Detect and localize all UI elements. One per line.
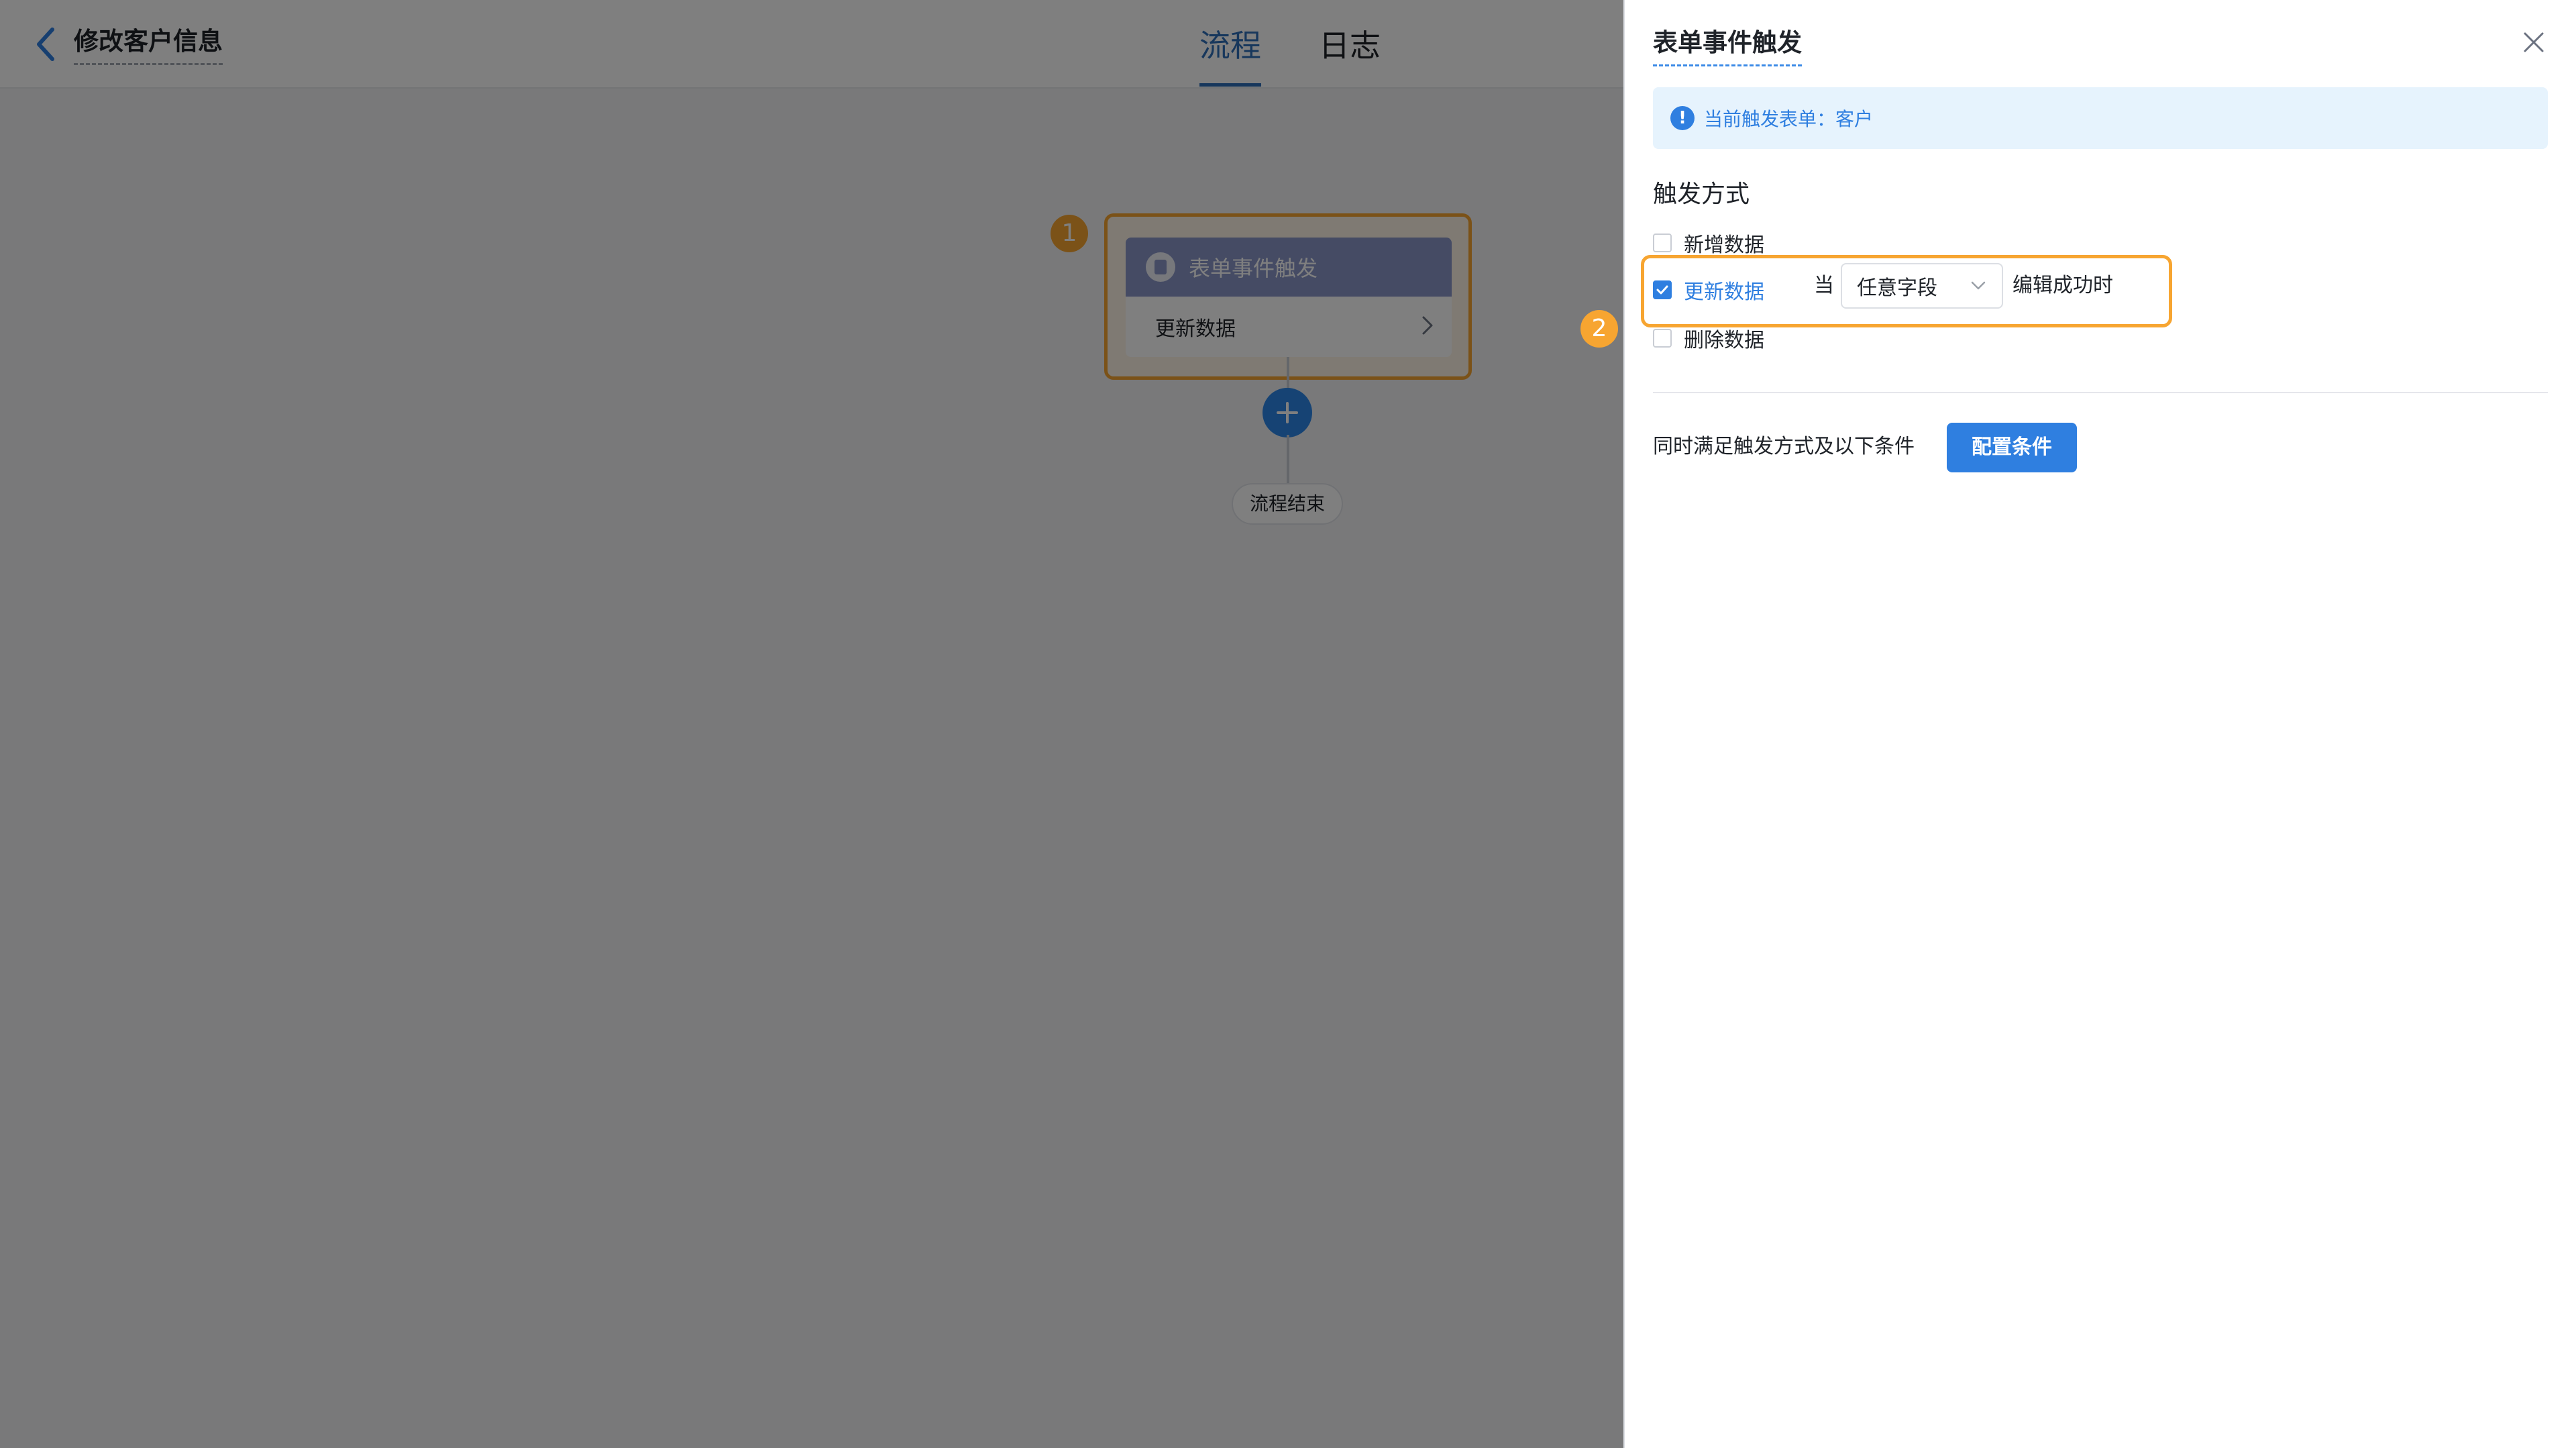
connector-line bbox=[1287, 435, 1289, 483]
option-update-data[interactable]: 更新数据 bbox=[1653, 275, 1764, 305]
info-banner: ! 当前触发表单：客户 bbox=[1653, 87, 2548, 149]
config-conditions-button[interactable]: 配置条件 bbox=[1947, 423, 2077, 472]
option-add-data[interactable]: 新增数据 bbox=[1653, 228, 1764, 258]
field-select-value: 任意字段 bbox=[1857, 276, 1937, 300]
info-icon: ! bbox=[1670, 106, 1695, 130]
settings-drawer: 表单事件触发 ! 当前触发表单：客户 触发方式 新增数据 更新数据 当 任意字段… bbox=[1623, 0, 2576, 1448]
back-button[interactable] bbox=[32, 25, 59, 63]
tab-log[interactable]: 日志 bbox=[1319, 25, 1381, 66]
trigger-node-header: 表单事件触发 bbox=[1126, 238, 1452, 297]
condition-when-text: 当 bbox=[1814, 274, 1834, 297]
app-screen: 修改客户信息 流程 日志 1 表单事件触发 更新数据 流程结束 2 表单事件触发… bbox=[0, 0, 2576, 1448]
page-title[interactable]: 修改客户信息 bbox=[74, 25, 223, 65]
condition-description: 同时满足触发方式及以下条件 bbox=[1653, 435, 1915, 458]
form-doc-icon bbox=[1146, 252, 1175, 282]
trigger-node[interactable]: 表单事件触发 更新数据 bbox=[1126, 238, 1452, 357]
divider bbox=[1653, 392, 2548, 393]
check-icon bbox=[1656, 285, 1668, 295]
option-label: 删除数据 bbox=[1684, 329, 1764, 352]
active-tab-indicator bbox=[1199, 83, 1261, 87]
option-label: 新增数据 bbox=[1684, 234, 1764, 257]
checkbox[interactable] bbox=[1653, 329, 1672, 348]
step-badge-1: 1 bbox=[1051, 215, 1088, 252]
chevron-right-icon bbox=[1419, 313, 1436, 340]
drawer-title[interactable]: 表单事件触发 bbox=[1653, 27, 1802, 66]
close-button[interactable] bbox=[2518, 27, 2549, 58]
top-bar: 修改客户信息 流程 日志 bbox=[0, 0, 1623, 89]
option-delete-data[interactable]: 删除数据 bbox=[1653, 323, 1764, 353]
plus-icon bbox=[1277, 402, 1298, 423]
trigger-node-subtitle: 更新数据 bbox=[1155, 317, 1236, 341]
trigger-node-body: 更新数据 bbox=[1126, 297, 1452, 357]
trigger-mode-label: 触发方式 bbox=[1653, 180, 1750, 208]
condition-after-text: 编辑成功时 bbox=[2012, 274, 2113, 297]
workflow-editor: 修改客户信息 流程 日志 1 表单事件触发 更新数据 流程结束 bbox=[0, 0, 1623, 1448]
trigger-node-title: 表单事件触发 bbox=[1189, 256, 1318, 281]
tab-flow[interactable]: 流程 bbox=[1199, 25, 1261, 66]
flow-canvas: 1 表单事件触发 更新数据 流程结束 bbox=[0, 90, 1623, 1448]
field-select[interactable]: 任意字段 bbox=[1841, 263, 2003, 309]
close-icon bbox=[2524, 32, 2544, 52]
step-badge-2: 2 bbox=[1580, 310, 1618, 348]
option-label: 更新数据 bbox=[1684, 280, 1764, 304]
checkbox[interactable] bbox=[1653, 234, 1672, 252]
info-text: 当前触发表单：客户 bbox=[1704, 108, 1874, 130]
end-node: 流程结束 bbox=[1232, 483, 1343, 525]
checkbox[interactable] bbox=[1653, 280, 1672, 299]
back-arrow-icon bbox=[37, 28, 54, 61]
add-node-button[interactable] bbox=[1263, 388, 1312, 437]
connector-line bbox=[1287, 357, 1289, 389]
chevron-down-icon bbox=[1971, 281, 1986, 290]
